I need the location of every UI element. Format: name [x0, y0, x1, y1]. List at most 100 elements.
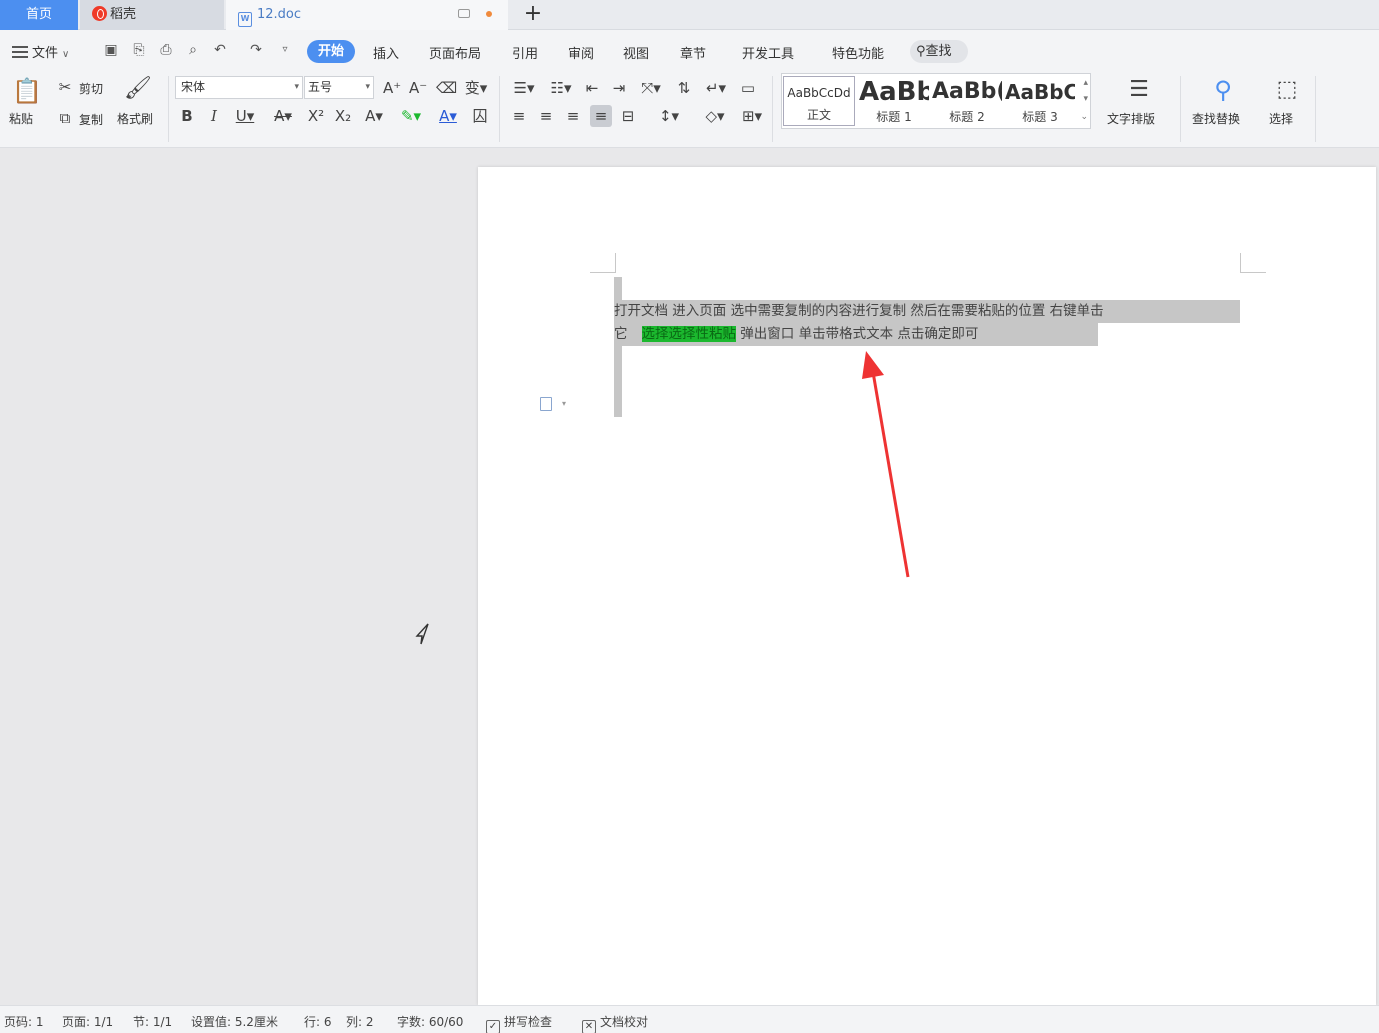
export-icon[interactable]: ⎘: [130, 42, 148, 58]
select-button[interactable]: 选择: [1269, 110, 1293, 127]
tab-chapter[interactable]: 章节: [680, 43, 706, 62]
sort-icon[interactable]: ⇅: [675, 79, 693, 97]
chevron-down-icon[interactable]: ▾: [562, 399, 566, 408]
decrease-indent-icon[interactable]: ⇤: [583, 79, 601, 97]
doc-text-line-1[interactable]: 打开文档 进入页面 选中需要复制的内容进行复制 然后在需要粘贴的位置 右键单击: [614, 300, 1104, 323]
paste-icon[interactable]: 📋: [12, 76, 42, 106]
tab-references[interactable]: 引用: [512, 43, 538, 62]
align-left-icon[interactable]: ≡: [510, 107, 528, 125]
line-spacing-icon[interactable]: ↕▾: [655, 107, 683, 125]
copy-button[interactable]: 复制: [79, 111, 103, 128]
style-sample: AaBb: [859, 77, 929, 107]
style-sample: AaBbCcDd: [787, 86, 851, 100]
file-menu[interactable]: 文件 ∨: [12, 42, 69, 61]
distribute-icon[interactable]: ⊟: [619, 107, 637, 125]
clear-format-icon[interactable]: ⌫: [436, 79, 457, 97]
numbering-icon[interactable]: ☷▾: [547, 79, 575, 97]
format-painter-icon[interactable]: 🖌: [124, 75, 152, 103]
document-page[interactable]: 打开文档 进入页面 选中需要复制的内容进行复制 然后在需要粘贴的位置 右键单击 …: [478, 167, 1376, 1005]
tab-insert[interactable]: 插入: [373, 43, 399, 62]
status-section[interactable]: 节: 1/1: [133, 1013, 172, 1030]
status-page-number[interactable]: 页码: 1: [4, 1013, 44, 1030]
format-painter-button[interactable]: 格式刷: [117, 110, 153, 127]
spell-check-button[interactable]: ✓ 拼写检查: [486, 1013, 552, 1033]
status-setting[interactable]: 设置值: 5.2厘米: [191, 1013, 278, 1030]
cut-button[interactable]: 剪切: [79, 80, 103, 97]
new-tab-button[interactable]: +: [520, 0, 546, 30]
font-color-icon[interactable]: A▾: [434, 107, 462, 125]
style-heading-3[interactable]: AaBbC 标题 3: [1005, 76, 1075, 126]
status-pages[interactable]: 页面: 1/1: [62, 1013, 113, 1030]
align-right-icon[interactable]: ≡: [564, 107, 582, 125]
font-name-select[interactable]: 宋体 ▾: [175, 76, 303, 99]
tab-developer[interactable]: 开发工具: [742, 43, 794, 62]
bullets-icon[interactable]: ☰▾: [510, 79, 538, 97]
shrink-font-icon[interactable]: A⁻: [409, 79, 427, 97]
font-size-select[interactable]: 五号 ▾: [304, 76, 374, 99]
status-row[interactable]: 行: 6: [304, 1013, 332, 1030]
underline-icon[interactable]: U▾: [232, 107, 258, 125]
strikethrough-icon[interactable]: A▾: [269, 107, 297, 125]
superscript-icon[interactable]: X²: [306, 107, 326, 125]
chinese-layout-icon[interactable]: ⤧▾: [637, 79, 665, 97]
tab-review[interactable]: 审阅: [568, 43, 594, 62]
text-layout-icon[interactable]: ☰: [1124, 76, 1154, 104]
monitor-icon[interactable]: [458, 9, 470, 18]
tab-home[interactable]: 首页: [0, 0, 78, 30]
tab-page-layout[interactable]: 页面布局: [429, 43, 481, 62]
print-preview-icon[interactable]: ⌕: [184, 42, 202, 58]
borders-icon[interactable]: ⊞▾: [738, 107, 766, 125]
redo-icon[interactable]: ↷: [247, 42, 265, 58]
tab-view[interactable]: 视图: [623, 43, 649, 62]
search-label: 查找: [925, 44, 952, 59]
status-col[interactable]: 列: 2: [346, 1013, 374, 1030]
gallery-scroll-up-icon[interactable]: ▴: [1083, 78, 1088, 88]
find-replace-button[interactable]: 查找替换: [1192, 110, 1240, 127]
text-effect-icon[interactable]: A▾: [360, 107, 388, 125]
chevron-down-icon: ▾: [365, 82, 370, 92]
style-sample: AaBbC: [1005, 80, 1075, 104]
styles-gallery: AaBbCcDd 正文 AaBb 标题 1 AaBb( 标题 2 AaBbC 标…: [781, 73, 1091, 129]
subscript-icon[interactable]: X₂: [333, 107, 353, 125]
phonetic-icon[interactable]: 变▾: [463, 79, 489, 97]
copy-icon[interactable]: ⧉: [56, 109, 74, 127]
italic-icon[interactable]: I: [205, 107, 223, 125]
style-normal[interactable]: AaBbCcDd 正文: [783, 76, 855, 126]
customize-icon[interactable]: ▿: [276, 42, 294, 58]
highlight-color-icon[interactable]: ✎▾: [397, 107, 425, 125]
align-center-icon[interactable]: ≡: [537, 107, 555, 125]
gallery-scroll-down-icon[interactable]: ▾: [1083, 94, 1088, 104]
increase-indent-icon[interactable]: ⇥: [610, 79, 628, 97]
doc-proof-button[interactable]: ✕ 文档校对: [582, 1013, 648, 1033]
shading-icon[interactable]: ◇▾: [701, 107, 729, 125]
ruler-icon[interactable]: ▭: [738, 79, 758, 97]
ribbon-separator: [1315, 76, 1316, 142]
grow-font-icon[interactable]: A⁺: [383, 79, 401, 97]
gallery-expand-icon[interactable]: ⌄: [1080, 112, 1088, 122]
style-sample: AaBb(: [932, 79, 1002, 104]
highlighted-text[interactable]: 选择选择性粘贴: [641, 326, 736, 342]
hamburger-icon: [12, 46, 28, 58]
find-replace-icon[interactable]: ⚲: [1208, 76, 1238, 104]
paste-button[interactable]: 粘贴: [9, 110, 33, 127]
char-border-icon[interactable]: 囚: [471, 107, 489, 125]
tab-daoke[interactable]: 稻壳: [80, 0, 224, 30]
save-icon[interactable]: ▣: [102, 42, 120, 58]
style-heading-2[interactable]: AaBb( 标题 2: [932, 76, 1002, 126]
paragraph-layout-icon[interactable]: [540, 397, 552, 411]
tab-features[interactable]: 特色功能: [832, 43, 884, 62]
tab-start[interactable]: 开始: [307, 40, 355, 63]
text-layout-button[interactable]: 文字排版: [1107, 110, 1155, 127]
style-heading-1[interactable]: AaBb 标题 1: [859, 76, 929, 126]
doc-text-line-2[interactable]: 它选择选择性粘贴 弹出窗口 单击带格式文本 点击确定即可: [614, 323, 978, 346]
print-icon[interactable]: ⎙: [157, 42, 175, 58]
search-button[interactable]: ⚲查找: [910, 40, 968, 63]
select-icon[interactable]: ⬚: [1272, 76, 1302, 104]
bold-icon[interactable]: B: [178, 107, 196, 125]
undo-icon[interactable]: ↶: [211, 42, 229, 58]
show-marks-icon[interactable]: ↵▾: [702, 79, 730, 97]
status-word-count[interactable]: 字数: 60/60: [397, 1013, 463, 1030]
justify-icon[interactable]: ≡: [590, 105, 612, 127]
tab-document[interactable]: W 12.doc: [226, 0, 508, 30]
scissors-icon[interactable]: ✂: [56, 78, 74, 96]
